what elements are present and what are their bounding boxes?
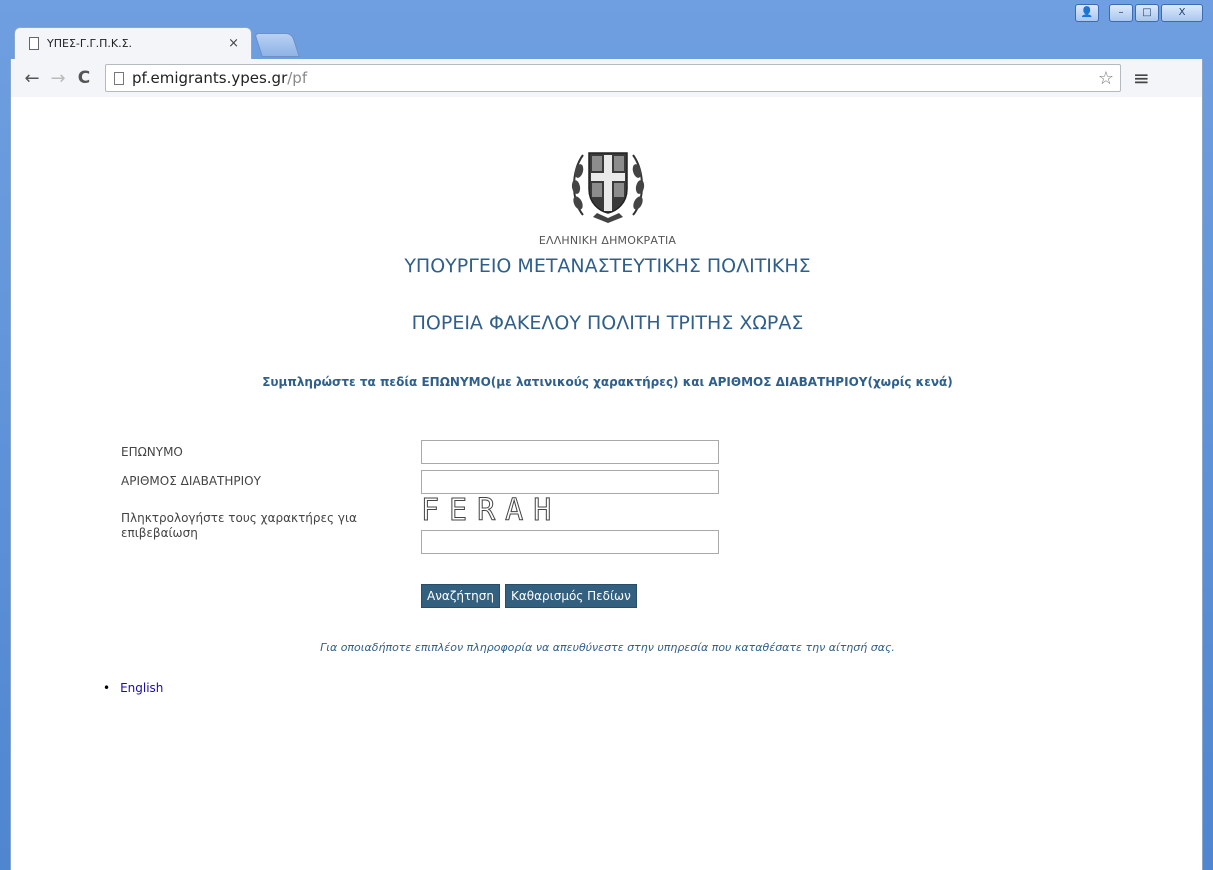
- tab-title: ΥΠΕΣ-Γ.Γ.Π.Κ.Σ.: [47, 37, 133, 50]
- menu-icon[interactable]: ≡: [1133, 66, 1150, 90]
- surname-label: ΕΠΩΝΥΜΟ: [121, 445, 183, 459]
- language-list: • English: [103, 681, 163, 695]
- republic-title: ΕΛΛΗΝΙΚΗ ΔΗΜΟΚΡΑΤΙΑ: [538, 234, 677, 247]
- page-icon: [114, 71, 124, 85]
- passport-label: ΑΡΙΘΜΟΣ ΔΙΑΒΑΤΗΡΙΟΥ: [121, 474, 261, 488]
- surname-input[interactable]: [421, 440, 719, 464]
- back-icon[interactable]: ←: [19, 68, 45, 89]
- browser-toolbar: ← → C pf.emigrants.ypes.gr /pf ☆ ≡: [10, 59, 1203, 97]
- minimize-button[interactable]: –: [1109, 4, 1133, 22]
- window-controls: 👤 – □ X: [1075, 4, 1203, 22]
- maximize-button[interactable]: □: [1135, 4, 1159, 22]
- forward-icon[interactable]: →: [45, 68, 71, 89]
- search-button[interactable]: Αναζήτηση: [421, 584, 500, 608]
- page-icon: [29, 37, 39, 50]
- passport-number-input[interactable]: [421, 470, 719, 494]
- url-path: /pf: [287, 69, 308, 87]
- new-tab-button[interactable]: [254, 33, 300, 57]
- user-profile-icon[interactable]: 👤: [1075, 4, 1099, 22]
- bullet: •: [103, 681, 111, 695]
- page-content: ΕΛΛΗΝΙΚΗ ΔΗΜΟΚΡΑΤΙΑ ΥΠΟΥΡΓΕΙΟ ΜΕΤΑΝΑΣΤΕΥ…: [10, 97, 1203, 870]
- info-note: Για οποιαδήποτε επιπλέον πληροφορία να α…: [320, 641, 895, 654]
- clear-fields-button[interactable]: Καθαρισμός Πεδίων: [505, 584, 637, 608]
- url-host: pf.emigrants.ypes.gr: [132, 69, 288, 87]
- captcha-label: Πληκτρολογήστε τους χαρακτήρες για επιβε…: [121, 511, 357, 540]
- captcha-image: FERAH: [420, 493, 562, 528]
- service-title: ΠΟΡΕΙΑ ΦΑΚΕΛΟΥ ΠΟΛΙΤΗ ΤΡΙΤΗΣ ΧΩΡΑΣ: [411, 312, 804, 334]
- browser-tab[interactable]: ΥΠΕΣ-Γ.Γ.Π.Κ.Σ. ×: [14, 27, 252, 59]
- bookmark-star-icon[interactable]: ☆: [1098, 68, 1114, 89]
- close-window-button[interactable]: X: [1161, 4, 1203, 22]
- coat-of-arms-emblem: [571, 152, 645, 223]
- browser-window: 👤 – □ X ΥΠΕΣ-Γ.Γ.Π.Κ.Σ. × ← → C pf.emigr…: [0, 0, 1213, 870]
- list-item: • English: [103, 681, 163, 695]
- reload-icon[interactable]: C: [71, 68, 97, 88]
- tab-close-icon[interactable]: ×: [228, 36, 239, 51]
- form-instructions: Συμπληρώστε τα πεδία ΕΠΩΝΥΜΟ(με λατινικο…: [262, 375, 953, 389]
- captcha-input[interactable]: [421, 530, 719, 554]
- english-link[interactable]: English: [120, 681, 163, 695]
- ministry-title: ΥΠΟΥΡΓΕΙΟ ΜΕΤΑΝΑΣΤΕΥΤΙΚΗΣ ΠΟΛΙΤΙΚΗΣ: [404, 255, 811, 277]
- address-bar[interactable]: pf.emigrants.ypes.gr /pf ☆: [105, 64, 1121, 92]
